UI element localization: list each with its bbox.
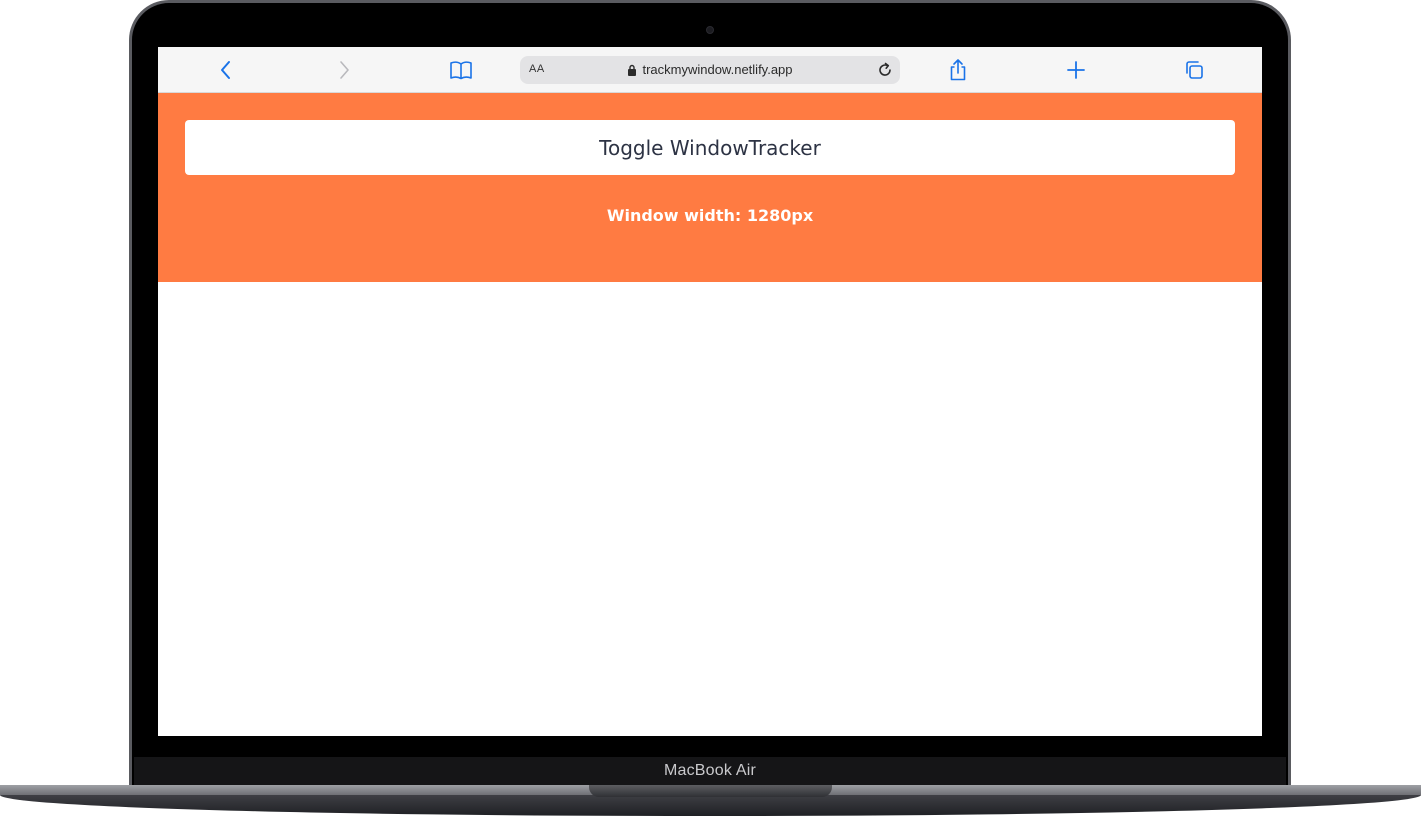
- laptop-chin: MacBook Air: [134, 757, 1286, 785]
- book-icon: [450, 61, 472, 80]
- forward-button[interactable]: [330, 56, 358, 84]
- toggle-windowtracker-button[interactable]: Toggle WindowTracker: [185, 120, 1235, 175]
- share-button[interactable]: [944, 56, 972, 84]
- laptop-base: [0, 785, 1421, 816]
- new-tab-button[interactable]: [1062, 56, 1090, 84]
- browser-screen: AA trackmywindow.netlify.app Toggle Wind…: [158, 47, 1262, 736]
- lock-icon: [628, 64, 637, 76]
- camera-icon: [706, 26, 714, 34]
- reload-icon[interactable]: [876, 61, 894, 79]
- plus-icon: [1067, 61, 1085, 79]
- device-label: MacBook Air: [663, 762, 756, 779]
- window-width-readout: Window width: 1280px: [606, 206, 814, 225]
- back-button[interactable]: [212, 56, 240, 84]
- safari-toolbar: AA trackmywindow.netlify.app: [158, 47, 1262, 93]
- chevron-left-icon: [221, 61, 230, 79]
- trackpad-notch: [589, 785, 832, 797]
- laptop-mockup: AA trackmywindow.netlify.app Toggle Wind…: [0, 0, 1421, 816]
- share-icon: [950, 59, 966, 81]
- url-text: trackmywindow.netlify.app: [642, 62, 793, 77]
- text-size-button[interactable]: AA: [529, 63, 545, 75]
- tabs-icon: [1186, 61, 1203, 79]
- bookmarks-button[interactable]: [447, 56, 475, 84]
- tabs-overview-button[interactable]: [1180, 56, 1208, 84]
- page-header: Toggle WindowTracker Window width: 1280p…: [158, 93, 1262, 282]
- address-bar[interactable]: AA trackmywindow.netlify.app: [520, 56, 900, 84]
- chevron-right-icon: [340, 61, 349, 79]
